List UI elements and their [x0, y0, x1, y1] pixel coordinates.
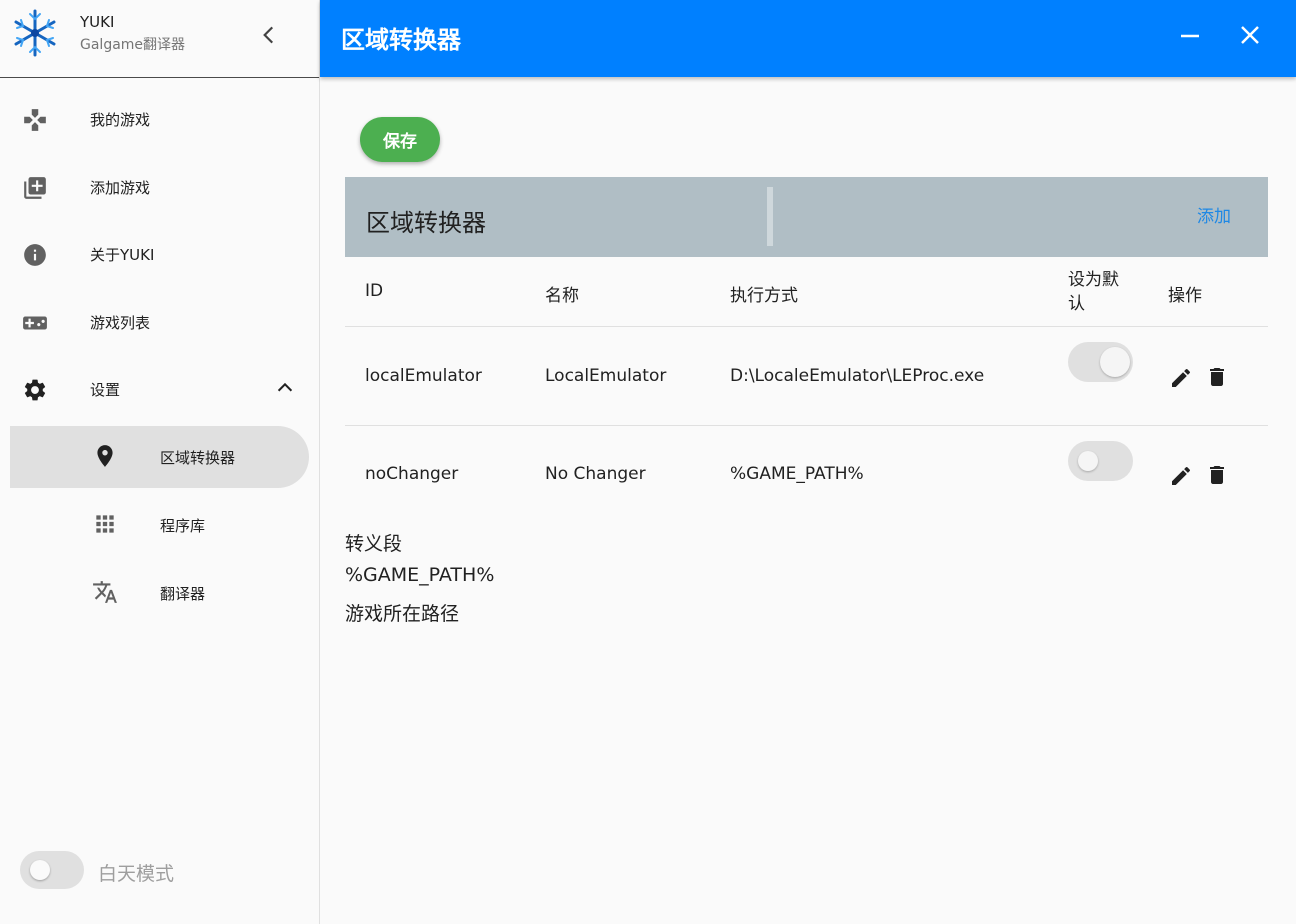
- cell-name: No Changer: [545, 464, 646, 484]
- info-icon: [24, 244, 46, 266]
- nav-item-label: 游戏列表: [90, 314, 151, 332]
- nav-item-label: 我的游戏: [90, 111, 151, 129]
- escape-description: 游戏所在路径: [345, 603, 460, 625]
- sidebar: YUKI Galgame翻译器 我的游戏 添加游戏 关于YUKI 游戏列表 设置…: [0, 0, 320, 924]
- sub-item-translator[interactable]: 翻译器: [10, 562, 309, 624]
- cell-exec: %GAME_PATH%: [730, 464, 864, 484]
- nav-item-game-list[interactable]: 游戏列表: [0, 292, 320, 352]
- add-button[interactable]: 添加: [1197, 202, 1231, 227]
- minimize-icon[interactable]: [1174, 22, 1206, 54]
- gamepad-cross-icon: [24, 109, 46, 131]
- edit-pencil-icon[interactable]: [1169, 366, 1193, 390]
- nav-item-label: 设置: [90, 381, 121, 399]
- app-title: YUKI: [80, 13, 115, 31]
- nav-item-label: 关于YUKI: [90, 246, 155, 264]
- page-title: 区域转换器: [341, 26, 461, 54]
- column-header-default[interactable]: 设为默 认: [1068, 268, 1134, 316]
- sub-item-library[interactable]: 程序库: [10, 494, 309, 556]
- delete-trash-icon[interactable]: [1205, 463, 1229, 487]
- column-header-id[interactable]: ID: [365, 281, 383, 301]
- column-header-name[interactable]: 名称: [545, 281, 579, 306]
- nav-item-add-game[interactable]: 添加游戏: [0, 157, 320, 217]
- delete-trash-icon[interactable]: [1205, 365, 1229, 389]
- snowflake-logo-icon: [14, 9, 56, 57]
- chevron-up-icon: [277, 382, 293, 392]
- translate-icon: [93, 581, 117, 603]
- day-mode-label: 白天模式: [98, 863, 175, 885]
- escape-variable: %GAME_PATH%: [345, 564, 495, 586]
- day-mode-toggle[interactable]: [20, 851, 84, 889]
- sub-item-locale-changer[interactable]: 区域转换器: [10, 426, 309, 488]
- column-header-exec[interactable]: 执行方式: [730, 281, 798, 306]
- app-subtitle: Galgame翻译器: [80, 37, 186, 53]
- gear-icon: [24, 379, 46, 401]
- table-toolbar: 区域转换器 添加: [345, 177, 1268, 257]
- close-icon[interactable]: [1234, 22, 1266, 54]
- switch-knob: [1078, 451, 1098, 471]
- sub-item-label: 区域转换器: [160, 449, 236, 467]
- nav-item-about[interactable]: 关于YUKI: [0, 224, 320, 284]
- column-header-actions: 操作: [1168, 286, 1202, 306]
- switch-knob: [1100, 347, 1130, 377]
- edit-pencil-icon[interactable]: [1169, 464, 1193, 488]
- sub-item-label: 程序库: [160, 517, 206, 535]
- cell-name: LocalEmulator: [545, 366, 667, 386]
- brand-header: YUKI Galgame翻译器: [0, 0, 319, 78]
- escape-section-heading: 转义段: [345, 533, 403, 555]
- save-button[interactable]: 保存: [360, 117, 440, 162]
- game-controller-icon: [23, 316, 47, 330]
- cell-exec: D:\LocaleEmulator\LEProc.exe: [730, 366, 985, 386]
- cell-id: localEmulator: [365, 366, 482, 386]
- collapse-sidebar-chevron-left-icon[interactable]: [256, 22, 282, 48]
- cell-id: noChanger: [365, 464, 459, 484]
- sub-item-label: 翻译器: [160, 585, 206, 603]
- toolbar-divider: [767, 187, 773, 246]
- table-title: 区域转换器: [366, 209, 486, 237]
- grid-apps-icon: [96, 515, 114, 533]
- nav-item-label: 添加游戏: [90, 179, 151, 197]
- default-switch[interactable]: [1068, 342, 1133, 382]
- row-divider: [345, 425, 1268, 426]
- toggle-knob: [30, 860, 50, 880]
- default-switch[interactable]: [1068, 441, 1133, 481]
- row-divider: [345, 326, 1268, 327]
- top-app-bar: 区域转换器: [320, 0, 1296, 77]
- nav-item-settings[interactable]: 设置: [0, 359, 320, 419]
- nav-item-my-games[interactable]: 我的游戏: [0, 89, 320, 149]
- library-add-icon: [24, 177, 46, 199]
- location-pin-icon: [97, 445, 113, 467]
